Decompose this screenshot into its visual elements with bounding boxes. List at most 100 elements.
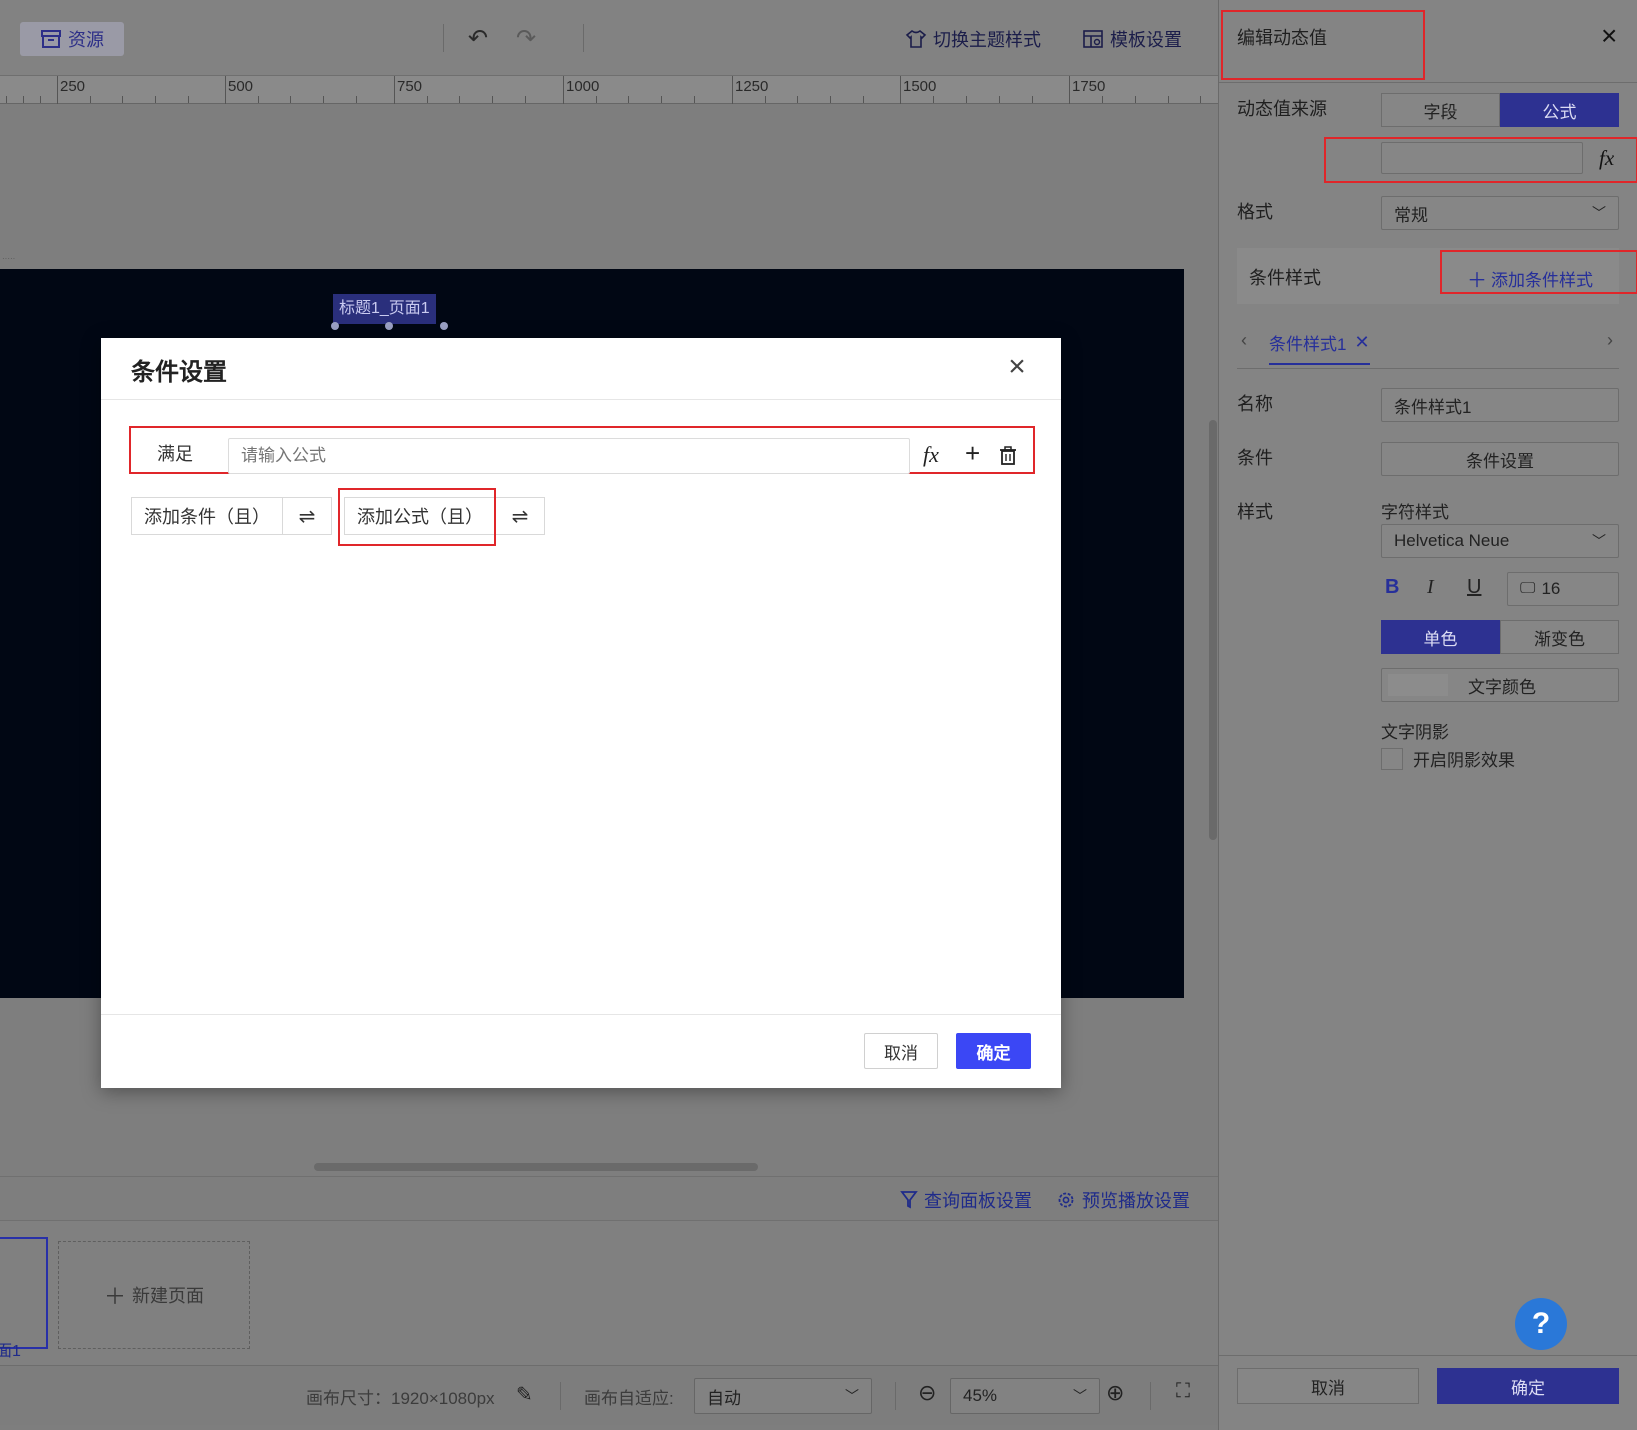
canvas-caption: ····· xyxy=(2,254,16,263)
chevron-down-icon: ﹀ xyxy=(1073,1388,1087,1404)
format-select[interactable]: 常规 ﹀ xyxy=(1381,196,1619,230)
resize-handle[interactable] xyxy=(440,322,448,330)
chevron-down-icon: ﹀ xyxy=(1592,205,1606,221)
cancel-label: 取消 xyxy=(884,1043,918,1063)
color-mode-gradient[interactable]: 渐变色 xyxy=(1500,620,1619,654)
preview-settings-label: 预览播放设置 xyxy=(1082,1191,1190,1211)
page-thumbnail[interactable]: 页面1 xyxy=(0,1237,48,1360)
fx-icon[interactable]: fx xyxy=(923,442,939,468)
switch-theme-button[interactable]: 切换主题样式 xyxy=(905,26,1041,52)
zoom-in-icon[interactable]: ⊕ xyxy=(1106,1380,1124,1406)
ruler-tick-label: 1750 xyxy=(1072,78,1106,95)
query-panel-settings-button[interactable]: 查询面板设置 xyxy=(900,1187,1032,1213)
ok-label: 确定 xyxy=(976,1043,1011,1063)
color-mode-solid[interactable]: 单色 xyxy=(1381,620,1500,654)
source-option-field[interactable]: 字段 xyxy=(1381,93,1500,127)
template-settings-button[interactable]: 模板设置 xyxy=(1082,26,1182,52)
canvas-fit-select[interactable]: 自动 ﹀ xyxy=(694,1378,872,1414)
name-value: 条件样式1 xyxy=(1394,397,1472,417)
resources-label: 资源 xyxy=(68,30,104,50)
name-input[interactable]: 条件样式1 xyxy=(1381,388,1619,422)
swap-icon[interactable]: ⇌ xyxy=(282,497,332,535)
zoom-out-icon[interactable]: ⊖ xyxy=(918,1380,936,1406)
panel-divider xyxy=(1237,368,1619,369)
condition-settings-button[interactable]: 条件设置 xyxy=(1381,442,1619,476)
undo-icon[interactable]: ↶ xyxy=(468,24,488,53)
toolbar-divider xyxy=(583,24,584,52)
color-swatch xyxy=(1388,674,1448,696)
text-color-label: 文字颜色 xyxy=(1468,677,1536,697)
add-condition-button[interactable]: 添加条件（且） xyxy=(131,497,283,535)
help-button[interactable]: ? xyxy=(1515,1298,1567,1350)
highlight-box xyxy=(1221,10,1425,80)
shadow-toggle-label: 开启阴影效果 xyxy=(1413,751,1515,770)
swap-icon[interactable]: ⇌ xyxy=(495,497,545,535)
fullscreen-icon[interactable]: ⛶ xyxy=(1176,1380,1190,1403)
font-size-input[interactable]: 🖵 16 xyxy=(1507,572,1619,606)
ok-button[interactable]: 确定 xyxy=(956,1033,1031,1069)
ruler-tick-label: 1250 xyxy=(735,78,769,95)
archive-icon xyxy=(41,30,61,48)
tshirt-icon xyxy=(905,29,927,48)
fx-icon[interactable]: fx xyxy=(1599,146,1614,171)
underline-button[interactable]: U xyxy=(1467,576,1481,599)
resize-handle[interactable] xyxy=(385,322,393,330)
cond-style-label: 条件样式 xyxy=(1249,268,1321,288)
redo-icon[interactable]: ↷ xyxy=(516,24,536,53)
close-icon[interactable]: × xyxy=(1601,20,1617,52)
new-page-label: 新建页面 xyxy=(132,1286,204,1306)
query-panel-label: 查询面板设置 xyxy=(924,1191,1032,1211)
resources-button[interactable]: 资源 xyxy=(20,22,124,56)
preview-settings-button[interactable]: 预览播放设置 xyxy=(1056,1187,1190,1213)
format-value: 常规 xyxy=(1394,205,1428,225)
editor-toolbar: 资源 ↶ ↷ 切换主题样式 模板设置 xyxy=(0,0,1218,76)
formula-field[interactable] xyxy=(1381,142,1583,174)
font-select[interactable]: Helvetica Neue ﹀ xyxy=(1381,524,1619,558)
source-option-formula[interactable]: 公式 xyxy=(1500,93,1619,127)
pages-toolbar: 查询面板设置 预览播放设置 xyxy=(0,1176,1218,1220)
shadow-toggle[interactable]: 开启阴影效果 xyxy=(1381,746,1515,771)
panel-ok-button[interactable]: 确定 xyxy=(1437,1368,1619,1404)
close-icon[interactable]: ✕ xyxy=(1354,332,1369,353)
chevron-right-icon[interactable]: › xyxy=(1607,330,1613,351)
ruler-tick-label: 750 xyxy=(397,78,423,95)
page-thumbnail-label: 页面1 xyxy=(0,1343,21,1360)
pages-strip: 页面1 ＋ 新建页面 xyxy=(0,1220,1218,1365)
close-icon[interactable]: × xyxy=(1001,352,1033,384)
resize-handle[interactable] xyxy=(331,322,339,330)
plus-icon[interactable]: + xyxy=(965,438,980,469)
dialog-title: 条件设置 xyxy=(131,359,227,386)
highlight-box xyxy=(1440,250,1637,294)
horizontal-ruler: 250 500 750 1000 1250 1500 1750 xyxy=(0,76,1218,104)
new-page-button[interactable]: ＋ 新建页面 xyxy=(58,1241,250,1349)
gear-icon xyxy=(1058,1192,1074,1208)
cond-style-tab[interactable]: 条件样式1 ✕ xyxy=(1269,330,1370,365)
zoom-select[interactable]: 45% ﹀ xyxy=(950,1378,1100,1414)
panel-cancel-button[interactable]: 取消 xyxy=(1237,1368,1419,1404)
vertical-scrollbar[interactable] xyxy=(1209,420,1217,840)
source-label: 动态值来源 xyxy=(1237,99,1327,119)
ruler-tick-label: 1500 xyxy=(903,78,937,95)
plus-icon: ＋ xyxy=(103,1284,126,1309)
font-value: Helvetica Neue xyxy=(1394,531,1510,550)
status-bar: 画布尺寸：1920×1080px ✎ 画布自适应: 自动 ﹀ ⊖ 45% ﹀ ⊕… xyxy=(0,1365,1218,1425)
formula-input[interactable] xyxy=(228,438,910,474)
filter-icon xyxy=(900,1191,918,1209)
chevron-left-icon[interactable]: ‹ xyxy=(1241,330,1247,351)
cancel-button[interactable]: 取消 xyxy=(864,1033,938,1069)
text-color-picker[interactable]: 文字颜色 xyxy=(1381,668,1619,702)
name-label: 名称 xyxy=(1237,394,1273,414)
text-shadow-label: 文字阴影 xyxy=(1381,723,1449,742)
checkbox[interactable] xyxy=(1381,747,1403,770)
chevron-down-icon: ﹀ xyxy=(1592,533,1606,549)
style-label: 样式 xyxy=(1237,502,1273,522)
dialog-header: 条件设置 × xyxy=(101,338,1061,400)
condition-label: 条件 xyxy=(1237,448,1273,468)
italic-button[interactable]: I xyxy=(1427,576,1434,599)
component-tag[interactable]: 标题1_页面1 xyxy=(333,294,436,324)
status-divider xyxy=(1150,1382,1151,1410)
trash-icon[interactable] xyxy=(999,446,1017,466)
horizontal-scrollbar[interactable] xyxy=(314,1163,758,1171)
edit-icon[interactable]: ✎ xyxy=(516,1382,533,1407)
bold-button[interactable]: B xyxy=(1385,576,1399,599)
